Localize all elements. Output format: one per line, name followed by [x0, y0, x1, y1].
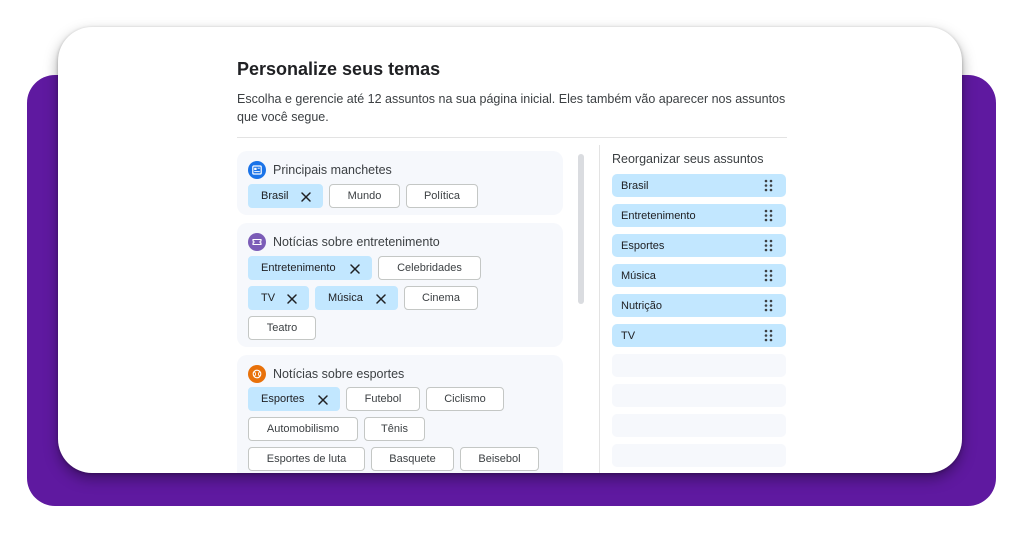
reorder-item-musica[interactable]: Música — [612, 264, 786, 287]
chip-label: Esportes de luta — [266, 453, 347, 465]
chip-celebridades[interactable]: Celebridades — [378, 256, 481, 280]
drag-handle-icon[interactable] — [764, 239, 773, 252]
page-title: Personalize seus temas — [237, 59, 441, 79]
drag-handle-icon[interactable] — [764, 299, 773, 312]
chip-label: Política — [423, 190, 461, 202]
chip-cinema[interactable]: Cinema — [404, 286, 478, 310]
close-icon[interactable] — [317, 394, 329, 406]
category-header: Notícias sobre entretenimento — [248, 233, 440, 251]
category-entertainment: Notícias sobre entretenimento Entretenim… — [237, 223, 563, 347]
reorder-item-esportes[interactable]: Esportes — [612, 234, 786, 257]
drag-handle-icon[interactable] — [764, 179, 773, 192]
close-icon[interactable] — [286, 293, 298, 305]
category-sports: Notícias sobre esportes Esportes Futebol… — [237, 355, 563, 473]
ticket-icon — [248, 233, 266, 251]
chip-label: Mundo — [347, 190, 382, 202]
chip-tv[interactable]: TV — [248, 286, 309, 310]
page-description: Escolha e gerencie até 12 assuntos na su… — [237, 92, 786, 124]
chip-label: Celebridades — [397, 262, 462, 274]
chip-tenis[interactable]: Tênis — [364, 417, 425, 441]
empty-slot — [612, 414, 786, 437]
chip-beisebol[interactable]: Beisebol — [460, 447, 539, 471]
chip-label: Futebol — [364, 393, 402, 405]
reorder-item-label: Entretenimento — [621, 209, 696, 222]
chip-label: Ciclismo — [444, 393, 486, 405]
chip-label: Basquete — [389, 453, 436, 465]
chip-label: Música — [328, 292, 363, 304]
category-header: Notícias sobre esportes — [248, 365, 404, 383]
chip-label: Brasil — [261, 190, 289, 202]
category-top-headlines: Principais manchetes Brasil Mundo Políti… — [237, 151, 563, 215]
ball-icon — [248, 365, 266, 383]
chip-esportes-de-luta[interactable]: Esportes de luta — [248, 447, 365, 471]
chip-mundo[interactable]: Mundo — [329, 184, 400, 208]
chip-esportes[interactable]: Esportes — [248, 387, 340, 411]
chip-label: Esportes — [261, 393, 305, 405]
empty-slot — [612, 444, 786, 467]
chip-basquete[interactable]: Basquete — [371, 447, 454, 471]
category-title: Principais manchetes — [273, 163, 392, 177]
category-title: Notícias sobre esportes — [273, 367, 405, 381]
close-icon[interactable] — [349, 263, 361, 275]
empty-slot — [612, 354, 786, 377]
chip-automobilismo[interactable]: Automobilismo — [248, 417, 358, 441]
chip-musica[interactable]: Música — [315, 286, 398, 310]
drag-handle-icon[interactable] — [764, 329, 773, 342]
reorder-item-label: Música — [621, 269, 656, 282]
reorder-item-nutricao[interactable]: Nutrição — [612, 294, 786, 317]
scrollbar-thumb[interactable] — [578, 154, 584, 304]
reorder-item-entretenimento[interactable]: Entretenimento — [612, 204, 786, 227]
personalize-panel: Personalize seus temas Escolha e gerenci… — [237, 27, 787, 473]
chip-label: Teatro — [266, 322, 298, 334]
drag-handle-icon[interactable] — [764, 269, 773, 282]
chip-label: Tênis — [381, 423, 408, 435]
reorder-item-brasil[interactable]: Brasil — [612, 174, 786, 197]
chip-ciclismo[interactable]: Ciclismo — [426, 387, 504, 411]
reorder-item-label: Nutrição — [621, 299, 662, 312]
drag-handle-icon[interactable] — [764, 209, 773, 222]
chip-politica[interactable]: Política — [406, 184, 478, 208]
header-divider — [237, 137, 787, 138]
news-icon — [248, 161, 266, 179]
reorder-item-label: TV — [621, 329, 636, 342]
column-divider — [599, 145, 600, 473]
chip-label: TV — [261, 292, 276, 304]
chip-teatro[interactable]: Teatro — [248, 316, 316, 340]
reorder-item-label: Brasil — [621, 179, 649, 192]
close-icon[interactable] — [300, 191, 312, 203]
chip-label: Beisebol — [478, 453, 521, 465]
category-header: Principais manchetes — [248, 161, 392, 179]
settings-window: Personalize seus temas Escolha e gerenci… — [58, 27, 962, 473]
chip-entretenimento[interactable]: Entretenimento — [248, 256, 372, 280]
reorder-item-label: Esportes — [621, 239, 665, 252]
chip-futebol[interactable]: Futebol — [346, 387, 420, 411]
reorder-title: Reorganizar seus assuntos — [612, 152, 764, 166]
chip-label: Cinema — [422, 292, 460, 304]
chip-label: Entretenimento — [261, 262, 336, 274]
category-title: Notícias sobre entretenimento — [273, 235, 440, 249]
chip-label: Automobilismo — [266, 423, 340, 435]
empty-slot — [612, 384, 786, 407]
close-icon[interactable] — [375, 293, 387, 305]
chip-brasil[interactable]: Brasil — [248, 184, 323, 208]
reorder-item-tv[interactable]: TV — [612, 324, 786, 347]
